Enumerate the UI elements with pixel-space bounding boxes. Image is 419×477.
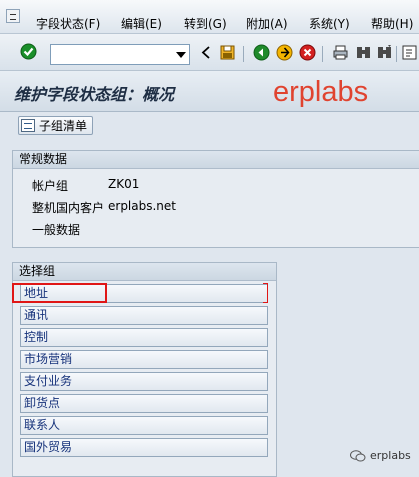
group-button-foreign-trade[interactable]: 国外贸易 [20,438,268,457]
menu-extras[interactable]: 附加(A) [246,15,288,32]
toolbar-separator [322,46,323,62]
system-menu-icon[interactable] [6,9,20,23]
find-icon[interactable] [355,44,372,61]
menu-help[interactable]: 帮助(H) [371,15,413,32]
select-group-heading: 选择组 [13,263,276,281]
menu-bar: 字段状态(F) 编辑(E) 转到(G) 附加(A) 系统(Y) 帮助(H) [0,0,419,34]
footer-brand: erplabs [350,449,411,462]
highlight-box [12,283,107,303]
group-button-communication[interactable]: 通讯 [20,306,268,325]
subgroup-list-button[interactable]: 子组清单 [18,116,94,135]
customer-type-value: erplabs.net [108,199,176,213]
menu-field-status[interactable]: 字段状态(F) [36,15,100,32]
toolbar-separator [396,46,397,62]
enter-checkmark-icon[interactable] [20,43,37,60]
back-arrow-icon[interactable] [198,44,215,61]
customer-type-label: 整机国内客户 [32,201,105,215]
wechat-icon [350,449,366,461]
first-page-icon[interactable] [401,44,418,61]
toolbar-separator [243,46,244,62]
highlight-bracket [263,283,268,303]
account-group-label: 帐户组 [32,179,69,193]
cancel-icon[interactable] [299,44,316,61]
footer-brand-label: erplabs [370,449,411,462]
group-button-contact-person[interactable]: 联系人 [20,416,268,435]
print-icon[interactable] [332,44,349,61]
account-group-value: ZK01 [108,177,140,191]
group-button-unloading-point[interactable]: 卸货点 [20,394,268,413]
general-data-heading: 常规数据 [13,151,419,169]
save-icon[interactable] [219,44,236,61]
list-icon [21,119,35,132]
command-field[interactable] [50,44,190,65]
group-button-payment[interactable]: 支付业务 [20,372,268,391]
command-dropdown-icon[interactable] [176,52,186,58]
page-title: 维护字段状态组：概况 [14,85,175,104]
menu-system[interactable]: 系统(Y) [309,15,350,32]
group-button-marketing[interactable]: 市场营销 [20,350,268,369]
back-icon[interactable] [253,44,270,61]
subgroup-list-label: 子组清单 [39,119,88,133]
menu-goto[interactable]: 转到(G) [184,15,227,32]
group-button-control[interactable]: 控制 [20,328,268,347]
exit-icon[interactable] [276,44,293,61]
menu-edit[interactable]: 编辑(E) [121,15,162,32]
general-data-label: 一般数据 [32,223,81,237]
watermark-text: erplabs [273,76,369,108]
find-next-icon[interactable] [376,44,393,61]
